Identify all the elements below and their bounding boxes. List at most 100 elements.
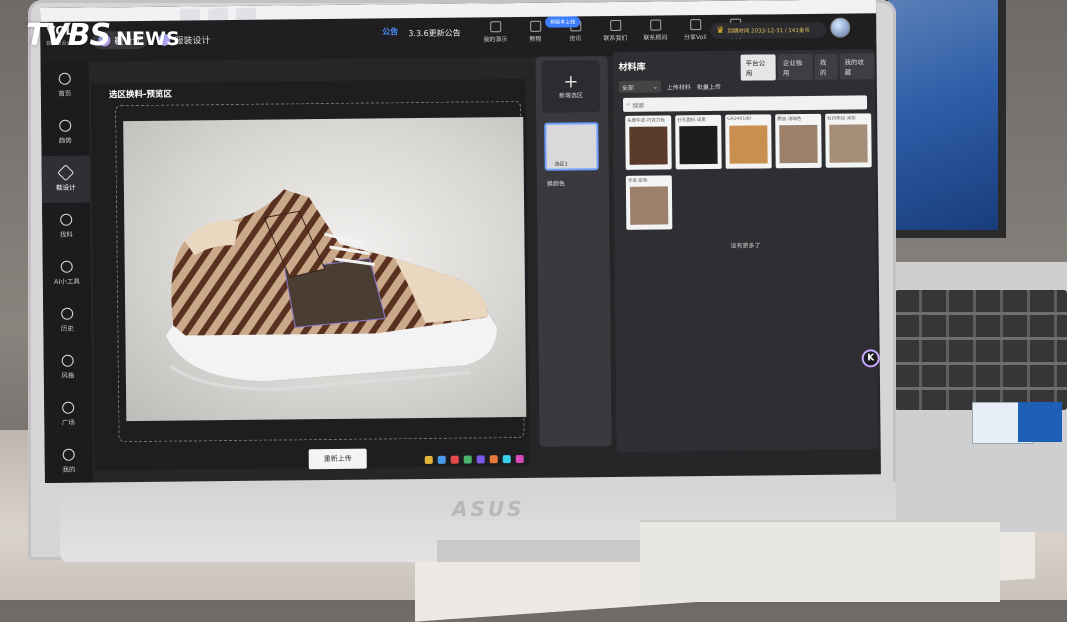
user-icon xyxy=(62,448,75,461)
membership-status[interactable]: ♛ 到期时间 2033-12-31 / 141金币 xyxy=(710,21,827,39)
sidebar-item-label: 风格 xyxy=(61,371,75,380)
material-swatch[interactable]: GR240180 xyxy=(725,114,772,169)
reupload-button[interactable]: 重新上传 xyxy=(308,448,367,470)
sidebar-item-history[interactable]: 历史 xyxy=(43,296,91,344)
taskbar-icon[interactable] xyxy=(515,454,524,464)
nav-label: 资讯 xyxy=(569,35,582,43)
sidebar-item-home[interactable]: 首页 xyxy=(41,61,89,109)
sidebar-item-shoe-design[interactable]: 鞋设计 xyxy=(41,155,91,203)
taskbar-icon[interactable] xyxy=(450,455,459,464)
browser-tab[interactable] xyxy=(180,8,201,21)
swatch-chip xyxy=(679,125,718,165)
swatch-chip xyxy=(629,126,668,165)
taskbar-icon[interactable] xyxy=(463,455,472,464)
announcement-label: 公告 xyxy=(382,27,399,37)
material-search-input[interactable]: ⌕ 搜索 xyxy=(622,95,868,112)
selection-caption: 选区1 xyxy=(554,161,568,168)
material-swatch[interactable]: 羊皮-驼色 xyxy=(625,175,673,230)
nav-label: 教程 xyxy=(529,35,542,43)
pen-icon xyxy=(57,164,75,182)
taskbar-icon[interactable] xyxy=(437,455,446,464)
nav-advisor[interactable]: 联系顾问 xyxy=(640,19,670,42)
book-icon xyxy=(529,20,541,32)
sidebar-item-ai-tools[interactable]: AI小工具 xyxy=(43,249,91,297)
selection-thumbnail[interactable] xyxy=(544,122,599,171)
crown-icon: ♛ xyxy=(716,25,725,36)
search-placeholder: 搜索 xyxy=(632,102,645,110)
change-color-label[interactable]: 换颜色 xyxy=(547,179,565,188)
sidebar-item-find-material[interactable]: 找料 xyxy=(42,202,90,250)
swatch-caption: 头层牛皮-巧克力色 xyxy=(627,118,665,124)
nav-share[interactable]: 分享Voli xyxy=(680,19,710,41)
nav-contact[interactable]: 联系我们 xyxy=(600,19,630,43)
nav-label: 联系我们 xyxy=(603,34,628,43)
taskbar-icon[interactable] xyxy=(476,455,485,464)
material-swatch[interactable]: 头层牛皮-巧克力色 xyxy=(625,115,672,170)
palette-icon xyxy=(61,354,74,367)
white-box xyxy=(640,520,1000,602)
material-filters: 全部 ⌄ 上传材料 批量上传 xyxy=(618,75,869,96)
camera-icon xyxy=(60,213,73,226)
assistant-bubble-button[interactable]: K xyxy=(861,349,880,368)
ai-icon xyxy=(60,260,73,273)
phone-icon xyxy=(609,19,621,32)
sticker-logo-blue xyxy=(1018,402,1062,442)
sidebar-item-label: AI小工具 xyxy=(53,277,80,286)
sidebar-item-label: 趋势 xyxy=(58,136,72,145)
browser-tab[interactable] xyxy=(208,8,229,21)
swatch-caption: GR240180 xyxy=(727,116,752,122)
sidebar-item-label: 找料 xyxy=(59,230,73,239)
swatch-caption: 针孔面料-深黑 xyxy=(677,118,706,124)
category-select-value: 全部 xyxy=(621,84,634,92)
announcement-link[interactable]: 3.3.6更新公告 xyxy=(408,28,460,40)
taskbar-icon[interactable] xyxy=(502,455,511,464)
sidebar-item-label: 鞋设计 xyxy=(56,183,76,192)
selection-column: + 新增选区 选区1 换颜色 xyxy=(535,56,612,447)
nav-label: 联系顾问 xyxy=(643,34,668,42)
material-swatch[interactable]: 牡丹布纹-米灰 xyxy=(825,113,872,168)
category-select[interactable]: 全部 ⌄ xyxy=(618,80,661,93)
browser-tabs xyxy=(180,7,257,21)
preview-title: 选区换料-预览区 xyxy=(108,89,172,101)
sidebar-item-mine[interactable]: 我的 xyxy=(45,437,93,483)
sidebar-item-label: 历史 xyxy=(60,324,74,333)
material-library-title: 材料库 xyxy=(618,62,646,73)
user-avatar[interactable] xyxy=(830,17,851,38)
material-swatch[interactable]: 针孔面料-深黑 xyxy=(675,114,722,170)
sidebar-item-label: 我的 xyxy=(62,465,76,474)
sidebar-item-trends[interactable]: 趋势 xyxy=(41,108,89,156)
material-library-panel: 材料库 平台公用 企业独用 我的 我的收藏 全部 ⌄ 上传材料 批量上传 ⌕ 搜… xyxy=(612,49,880,452)
browser-tab[interactable] xyxy=(236,7,257,20)
background-laptop-screen xyxy=(880,0,1006,238)
swatch-chip xyxy=(779,124,818,164)
material-swatch[interactable]: 麂皮-浅咖色 xyxy=(775,113,822,169)
sidebar-item-plaza[interactable]: 广场 xyxy=(44,390,92,438)
nav-demo[interactable]: 我的演示 xyxy=(480,21,510,43)
upload-material-link[interactable]: 上传材料 xyxy=(667,82,691,91)
sun-icon xyxy=(58,72,71,85)
swatch-chip xyxy=(629,186,669,225)
tvbs-news-watermark: TVBS NEWS xyxy=(26,18,180,53)
laptop-brand-logo: ASUS xyxy=(452,497,525,521)
taskbar-icon[interactable] xyxy=(489,455,498,464)
sidebar-item-style[interactable]: 风格 xyxy=(44,343,92,391)
share-icon xyxy=(689,19,701,31)
shoe-preview-image[interactable] xyxy=(123,116,527,422)
add-selection-button[interactable]: + 新增选区 xyxy=(541,60,601,113)
add-selection-label: 新增选区 xyxy=(558,91,583,100)
batch-upload-link[interactable]: 批量上传 xyxy=(697,81,721,90)
bulb-icon xyxy=(59,119,72,132)
plus-icon: + xyxy=(563,70,579,93)
new-version-badge[interactable]: 新版本上线 xyxy=(545,16,581,28)
news-logo: NEWS xyxy=(116,28,180,50)
os-taskbar xyxy=(424,447,881,468)
sidebar: 首页 趋势 鞋设计 找料 AI小工具 历史 风格 广场 我的 xyxy=(40,61,93,483)
play-icon xyxy=(489,21,501,33)
swatch-caption: 牡丹布纹-米灰 xyxy=(827,116,856,122)
laptop-screen: VOLI 鞋履AI设计平台 鞋设计 服装设计 公告 3.3.6更新公告 我的演示… xyxy=(40,0,881,483)
swatch-caption: 麂皮-浅咖色 xyxy=(777,117,802,123)
taskbar-icon[interactable] xyxy=(424,455,433,464)
sneaker-render xyxy=(164,189,498,392)
nav-label: 分享Voli xyxy=(683,34,707,42)
sidebar-item-label: 广场 xyxy=(61,418,75,427)
